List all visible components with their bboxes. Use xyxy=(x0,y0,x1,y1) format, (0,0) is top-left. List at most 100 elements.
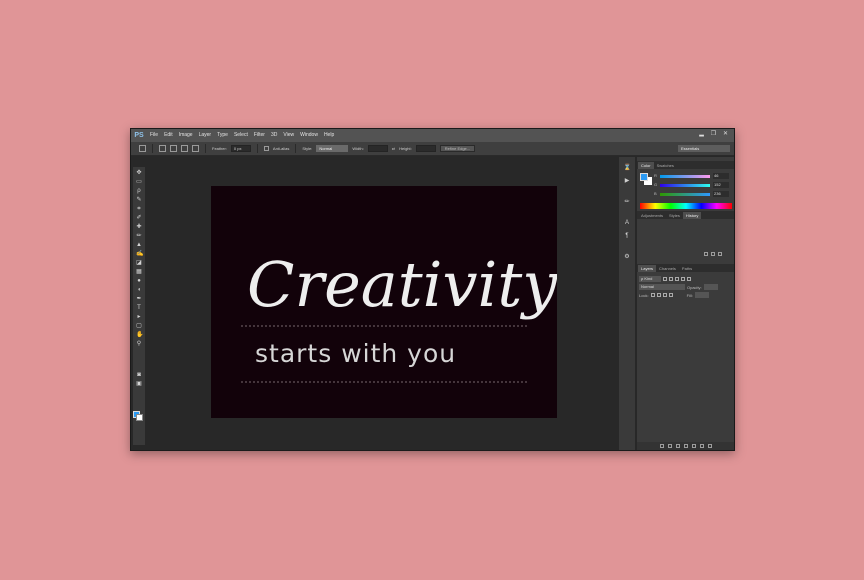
layers-panel: Layers Channels Paths ρ Kind Normal Opac… xyxy=(637,264,734,450)
eraser-tool-icon[interactable]: ◪ xyxy=(136,260,142,266)
actions-icon[interactable]: ▶ xyxy=(624,178,631,185)
refine-edge-button[interactable]: Refine Edge... xyxy=(439,145,476,152)
tab-history[interactable]: History xyxy=(682,212,702,219)
tab-adjustments[interactable]: Adjustments xyxy=(638,212,666,219)
color-spectrum[interactable] xyxy=(640,203,732,209)
blue-slider[interactable] xyxy=(660,193,710,196)
new-layer-icon[interactable] xyxy=(699,444,704,448)
restore-icon[interactable]: ❐ xyxy=(709,131,718,138)
swap-icon[interactable]: ⇄ xyxy=(392,146,395,151)
pixel-filter-icon[interactable] xyxy=(663,277,667,281)
width-input[interactable] xyxy=(367,145,388,152)
lasso-tool-icon[interactable]: ρ xyxy=(136,188,142,194)
pen-tool-icon[interactable]: ✒ xyxy=(136,296,142,302)
gradient-tool-icon[interactable]: ▦ xyxy=(136,269,142,275)
group-folder-icon[interactable] xyxy=(691,444,696,448)
character-icon[interactable]: A xyxy=(624,220,631,227)
trash-icon[interactable] xyxy=(718,252,722,256)
fill-input[interactable] xyxy=(694,292,709,298)
workspace-select[interactable]: Essentials xyxy=(678,145,730,152)
green-value[interactable]: 152 xyxy=(713,182,729,188)
tab-channels[interactable]: Channels xyxy=(656,265,679,272)
document-canvas[interactable]: Creativity starts with you xyxy=(211,186,558,418)
snapshot-icon[interactable] xyxy=(704,252,708,256)
tab-styles[interactable]: Styles xyxy=(666,212,683,219)
close-icon[interactable]: ✕ xyxy=(721,131,730,138)
brush-presets-icon[interactable]: ✏ xyxy=(624,199,631,206)
lock-all-icon[interactable] xyxy=(668,293,673,297)
layer-style-icon[interactable] xyxy=(667,444,672,448)
menu-help[interactable]: Help xyxy=(321,129,337,142)
paragraph-icon[interactable]: ¶ xyxy=(624,233,631,240)
right-panels: Color Swatches R 46 G 152 B 236 Adjustme… xyxy=(637,157,734,450)
stamp-tool-icon[interactable]: ▲ xyxy=(136,242,142,248)
green-slider[interactable] xyxy=(660,184,710,187)
subtract-selection-icon[interactable] xyxy=(181,145,188,152)
type-tool-icon[interactable]: T xyxy=(136,305,142,311)
blend-mode-select[interactable]: Normal xyxy=(639,284,685,290)
adjustment-layer-icon[interactable] xyxy=(683,444,688,448)
tab-layers[interactable]: Layers xyxy=(638,265,657,272)
move-tool-icon[interactable]: ✥ xyxy=(136,170,142,176)
eyedropper-tool-icon[interactable]: ✐ xyxy=(136,215,142,221)
dodge-tool-icon[interactable]: ◖ xyxy=(136,287,142,293)
menu-filter[interactable]: Filter xyxy=(251,129,268,142)
adjustment-filter-icon[interactable] xyxy=(669,277,673,281)
red-slider[interactable] xyxy=(660,175,710,178)
quick-mask-icon[interactable]: ◙ xyxy=(136,372,142,378)
lock-transparency-icon[interactable] xyxy=(650,293,655,297)
red-value[interactable]: 46 xyxy=(713,173,729,179)
tab-swatches[interactable]: Swatches xyxy=(654,162,677,169)
type-filter-icon[interactable] xyxy=(675,277,679,281)
blue-value[interactable]: 236 xyxy=(713,191,729,197)
menu-3d[interactable]: 3D xyxy=(268,129,280,142)
kind-filter-select[interactable]: ρ Kind xyxy=(639,276,661,282)
camera-icon[interactable] xyxy=(711,252,715,256)
tab-color[interactable]: Color xyxy=(638,162,654,169)
width-label: Width: xyxy=(352,146,364,151)
height-input[interactable] xyxy=(415,145,436,152)
brush-tool-icon[interactable]: ✏ xyxy=(136,233,142,239)
feather-input[interactable]: 0 px xyxy=(230,145,251,152)
menu-window[interactable]: Window xyxy=(297,129,321,142)
zoom-tool-icon[interactable]: ⚲ xyxy=(136,341,142,347)
style-select[interactable]: Normal xyxy=(316,145,349,152)
antialias-checkbox[interactable] xyxy=(263,146,269,151)
path-select-tool-icon[interactable]: ▸ xyxy=(136,314,142,320)
tab-paths[interactable]: Paths xyxy=(679,265,695,272)
delete-layer-icon[interactable] xyxy=(707,444,712,448)
menu-layer[interactable]: Layer xyxy=(196,129,215,142)
link-layers-icon[interactable] xyxy=(659,444,664,448)
menu-edit[interactable]: Edit xyxy=(161,129,176,142)
crop-tool-icon[interactable]: ⌗ xyxy=(136,206,142,212)
screen-mode-icon[interactable]: ▣ xyxy=(136,381,142,387)
lock-position-icon[interactable] xyxy=(662,293,667,297)
hand-tool-icon[interactable]: ✋ xyxy=(136,332,143,338)
menu-image[interactable]: Image xyxy=(176,129,196,142)
panel-foreground-swatch[interactable] xyxy=(640,173,648,181)
history-brush-tool-icon[interactable]: ✍ xyxy=(136,251,143,257)
blur-tool-icon[interactable]: ● xyxy=(136,278,142,284)
layer-mask-icon[interactable] xyxy=(675,444,680,448)
add-selection-icon[interactable] xyxy=(170,145,177,152)
history-icon[interactable]: ⌛ xyxy=(624,165,631,172)
opacity-input[interactable] xyxy=(703,284,718,290)
background-color-swatch[interactable] xyxy=(136,414,143,421)
options-bar: Feather: 0 px Anti-alias Style: Normal W… xyxy=(131,142,734,156)
new-selection-icon[interactable] xyxy=(159,145,166,152)
menu-file[interactable]: File xyxy=(147,129,161,142)
menu-view[interactable]: View xyxy=(280,129,297,142)
shape-tool-icon[interactable]: ▢ xyxy=(136,323,142,329)
shape-filter-icon[interactable] xyxy=(681,277,685,281)
quick-select-tool-icon[interactable]: ✎ xyxy=(136,197,142,203)
smart-filter-icon[interactable] xyxy=(687,277,691,281)
menu-select[interactable]: Select xyxy=(231,129,251,142)
marquee-tool-icon[interactable]: ▭ xyxy=(136,179,142,185)
menu-type[interactable]: Type xyxy=(214,129,231,142)
intersect-selection-icon[interactable] xyxy=(192,145,199,152)
healing-tool-icon[interactable]: ✚ xyxy=(136,224,142,230)
marquee-tool-icon[interactable] xyxy=(139,145,146,152)
minimize-icon[interactable]: ▂ xyxy=(697,131,706,138)
lock-pixels-icon[interactable] xyxy=(656,293,661,297)
tool-presets-icon[interactable]: ⚙ xyxy=(624,254,631,261)
